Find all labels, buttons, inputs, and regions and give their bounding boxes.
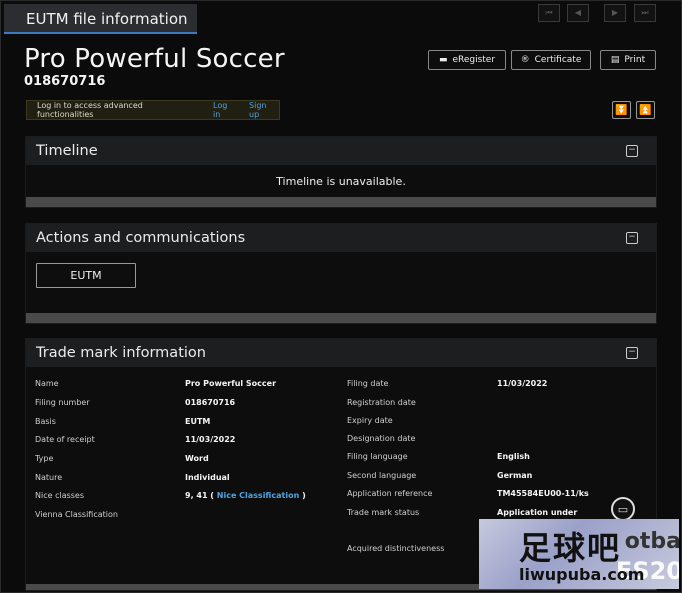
actions-heading: Actions and communications — [36, 230, 246, 246]
timeline-header[interactable]: Timeline − — [26, 137, 656, 165]
eregister-label: eRegister — [452, 55, 496, 65]
chevron-double-up-icon: ⏫ — [639, 105, 652, 116]
expand-all-button[interactable]: ⏬ — [612, 101, 631, 119]
field-label: Date of receipt — [35, 435, 95, 444]
mark-title: Pro Powerful Soccer — [24, 44, 285, 74]
trade-mark-info-heading: Trade mark information — [36, 345, 206, 361]
login-message: Log in to access advanced functionalitie… — [37, 101, 143, 119]
field-label: Name — [35, 379, 59, 388]
nice-classes-value: 9, 41 ( Nice Classification ) — [185, 491, 306, 500]
field-label: Designation date — [347, 434, 416, 443]
panel-footer — [26, 197, 656, 207]
field-value: Pro Powerful Soccer — [185, 379, 277, 388]
print-label: Print — [624, 55, 646, 65]
field-value: English — [497, 452, 530, 461]
field-label: Expiry date — [347, 416, 393, 425]
chevron-double-down-icon: ⏬ — [615, 105, 628, 116]
field-value: Individual — [185, 473, 230, 482]
prev-page-button[interactable]: ◀ — [567, 4, 589, 22]
watermark-overlay: otba ES20 足球吧 liwupuba.com — [479, 519, 679, 589]
field-label: Registration date — [347, 398, 416, 407]
printer-icon: ▤ — [610, 55, 620, 65]
field-value: Word — [185, 454, 209, 463]
actions-panel: Actions and communications − EUTM — [25, 223, 657, 324]
field-label: Acquired distinctiveness — [347, 544, 445, 553]
actions-header[interactable]: Actions and communications − — [26, 224, 656, 252]
print-button[interactable]: ▤ Print — [600, 50, 656, 70]
watermark-url: liwupuba.com — [519, 565, 645, 584]
field-label: Filing language — [347, 452, 408, 461]
collapse-all-button[interactable]: ⏫ — [636, 101, 655, 119]
collapse-icon[interactable]: − — [626, 232, 638, 244]
login-link[interactable]: Log in — [213, 101, 237, 119]
folder-open-icon[interactable]: ▭ — [611, 497, 635, 521]
trade-mark-info-header[interactable]: Trade mark information − — [26, 339, 656, 367]
field-value: TM45584EU00-11/ks — [497, 489, 589, 498]
field-label: Filing number — [35, 398, 90, 407]
certificate-label: Certificate — [534, 55, 582, 65]
panel-footer — [26, 313, 656, 323]
next-page-button[interactable]: ▶ — [604, 4, 626, 22]
field-value: German — [497, 471, 533, 480]
timeline-panel: Timeline − Timeline is unavailable. — [25, 136, 657, 208]
field-value: 11/03/2022 — [497, 379, 548, 388]
timeline-heading: Timeline — [36, 143, 98, 159]
field-value: 11/03/2022 — [185, 435, 236, 444]
field-label: Second language — [347, 471, 417, 480]
last-page-button[interactable]: ⏭ — [634, 4, 656, 22]
collapse-icon[interactable]: − — [626, 145, 638, 157]
nice-classes-suffix: ) — [302, 491, 306, 500]
watermark-chars: 足球吧 — [519, 529, 622, 567]
registered-icon: ® — [520, 55, 530, 65]
page-tab-title: EUTM file information — [4, 4, 197, 34]
eutm-button[interactable]: EUTM — [36, 263, 136, 288]
field-label: Nature — [35, 473, 63, 482]
eregister-button[interactable]: ▬ eRegister — [428, 50, 506, 70]
field-label: Basis — [35, 417, 56, 426]
nice-classification-link[interactable]: Nice Classification — [217, 491, 300, 500]
field-label: Trade mark status — [347, 508, 420, 517]
login-notice: Log in to access advanced functionalitie… — [26, 100, 280, 120]
nice-classes-numbers: 9, 41 ( — [185, 491, 214, 500]
status-value: Application under — [497, 508, 578, 517]
first-page-button[interactable]: ⏮ — [538, 4, 560, 22]
certificate-button[interactable]: ® Certificate — [511, 50, 591, 70]
field-label: Nice classes — [35, 491, 85, 500]
field-value: EUTM — [185, 417, 211, 426]
field-label: Filing date — [347, 379, 389, 388]
field-label: Vienna Classification — [35, 510, 118, 519]
signup-link[interactable]: Sign up — [249, 101, 279, 119]
collapse-icon[interactable]: − — [626, 347, 638, 359]
field-value: 018670716 — [185, 398, 236, 407]
file-number: 018670716 — [24, 74, 106, 89]
folder-icon: ▬ — [438, 55, 448, 65]
timeline-message: Timeline is unavailable. — [276, 175, 406, 188]
watermark-bg-text: otba — [624, 529, 679, 554]
field-label: Application reference — [347, 489, 433, 498]
field-label: Type — [35, 454, 54, 463]
